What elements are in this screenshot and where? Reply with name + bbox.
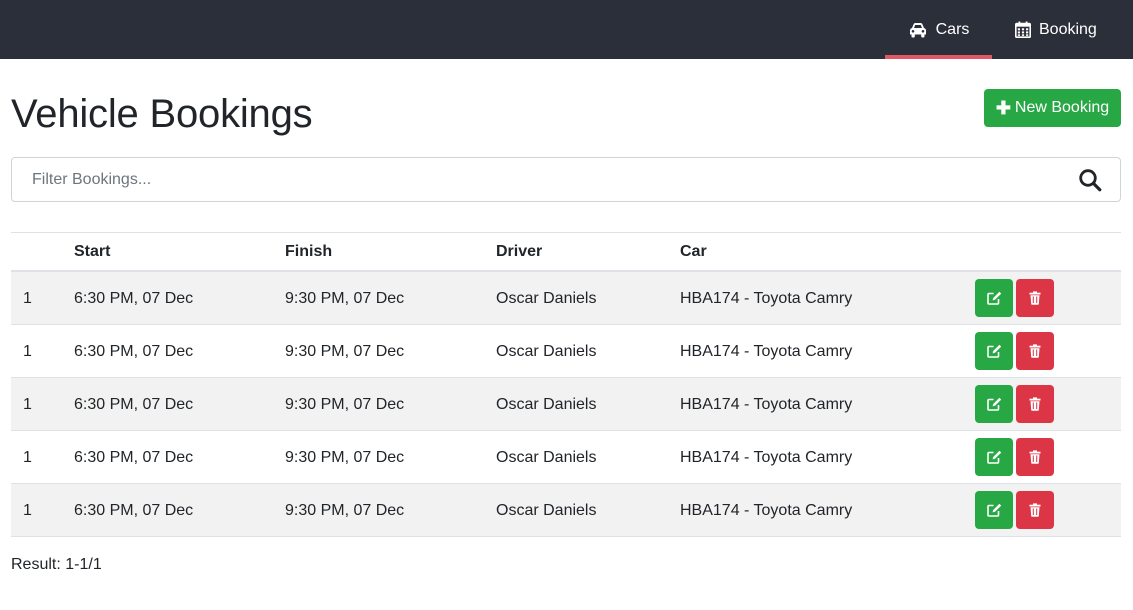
table-row: 1 6:30 PM, 07 Dec 9:30 PM, 07 Dec Oscar … xyxy=(11,431,1121,484)
page-title: Vehicle Bookings xyxy=(11,92,313,136)
cell-driver: Oscar Daniels xyxy=(496,396,597,413)
delete-button[interactable] xyxy=(1016,438,1054,476)
cell-start: 6:30 PM, 07 Dec xyxy=(74,290,194,307)
edit-button[interactable] xyxy=(975,332,1013,370)
cell-car: HBA174 - Toyota Camry xyxy=(680,502,853,519)
cell-id: 1 xyxy=(23,343,32,360)
table-row: 1 6:30 PM, 07 Dec 9:30 PM, 07 Dec Oscar … xyxy=(11,378,1121,431)
cell-finish: 9:30 PM, 07 Dec xyxy=(285,396,405,413)
cell-finish: 9:30 PM, 07 Dec xyxy=(285,290,405,307)
table-body: 1 6:30 PM, 07 Dec 9:30 PM, 07 Dec Oscar … xyxy=(11,272,1121,537)
bookings-table: Start Finish Driver Car 1 6:30 PM, 07 De… xyxy=(11,232,1121,537)
edit-button[interactable] xyxy=(975,279,1013,317)
search-bar xyxy=(11,157,1121,202)
nav-cars-label: Cars xyxy=(935,20,970,38)
cell-driver: Oscar Daniels xyxy=(496,502,597,519)
delete-button[interactable] xyxy=(1016,385,1054,423)
trash-icon xyxy=(1029,291,1041,305)
plus-icon: ✚ xyxy=(995,97,1011,118)
new-booking-label: New Booking xyxy=(1014,99,1110,116)
cell-finish: 9:30 PM, 07 Dec xyxy=(285,343,405,360)
edit-icon xyxy=(986,397,1001,411)
cell-id: 1 xyxy=(23,290,32,307)
cell-id: 1 xyxy=(23,502,32,519)
cell-finish: 9:30 PM, 07 Dec xyxy=(285,502,405,519)
trash-icon xyxy=(1029,344,1041,358)
nav-cars[interactable]: Cars xyxy=(885,0,992,59)
cell-car: HBA174 - Toyota Camry xyxy=(680,396,853,413)
cell-driver: Oscar Daniels xyxy=(496,290,597,307)
cell-start: 6:30 PM, 07 Dec xyxy=(74,343,194,360)
table-header: Start Finish Driver Car xyxy=(11,232,1121,272)
cell-id: 1 xyxy=(23,449,32,466)
header-start: Start xyxy=(74,243,111,260)
cell-id: 1 xyxy=(23,396,32,413)
edit-button[interactable] xyxy=(975,385,1013,423)
trash-icon xyxy=(1029,397,1041,411)
result-count: Result: 1-1/1 xyxy=(11,556,102,573)
table-row: 1 6:30 PM, 07 Dec 9:30 PM, 07 Dec Oscar … xyxy=(11,484,1121,537)
trash-icon xyxy=(1029,503,1041,517)
cell-car: HBA174 - Toyota Camry xyxy=(680,343,853,360)
delete-button[interactable] xyxy=(1016,332,1054,370)
edit-icon xyxy=(986,503,1001,517)
active-tab-indicator xyxy=(885,55,992,59)
header-car: Car xyxy=(680,243,707,260)
calendar-icon xyxy=(1015,21,1031,38)
filter-bookings-input[interactable] xyxy=(12,158,1072,201)
table-row: 1 6:30 PM, 07 Dec 9:30 PM, 07 Dec Oscar … xyxy=(11,325,1121,378)
edit-icon xyxy=(986,291,1001,305)
edit-button[interactable] xyxy=(975,438,1013,476)
cell-driver: Oscar Daniels xyxy=(496,449,597,466)
nav-booking[interactable]: Booking xyxy=(1015,0,1120,59)
header-finish: Finish xyxy=(285,243,333,260)
cell-finish: 9:30 PM, 07 Dec xyxy=(285,449,405,466)
edit-button[interactable] xyxy=(975,491,1013,529)
table-row: 1 6:30 PM, 07 Dec 9:30 PM, 07 Dec Oscar … xyxy=(11,272,1121,325)
cell-start: 6:30 PM, 07 Dec xyxy=(74,449,194,466)
search-icon[interactable] xyxy=(1078,168,1102,192)
cell-driver: Oscar Daniels xyxy=(496,343,597,360)
delete-button[interactable] xyxy=(1016,279,1054,317)
trash-icon xyxy=(1029,450,1041,464)
edit-icon xyxy=(986,450,1001,464)
header-driver: Driver xyxy=(496,243,543,260)
top-navbar: Cars Booking xyxy=(0,0,1133,59)
cell-start: 6:30 PM, 07 Dec xyxy=(74,396,194,413)
nav-booking-label: Booking xyxy=(1039,20,1097,38)
cell-car: HBA174 - Toyota Camry xyxy=(680,290,853,307)
edit-icon xyxy=(986,344,1001,358)
delete-button[interactable] xyxy=(1016,491,1054,529)
cell-start: 6:30 PM, 07 Dec xyxy=(74,502,194,519)
car-icon xyxy=(909,22,926,37)
new-booking-button[interactable]: ✚ New Booking xyxy=(984,89,1121,127)
cell-car: HBA174 - Toyota Camry xyxy=(680,449,853,466)
